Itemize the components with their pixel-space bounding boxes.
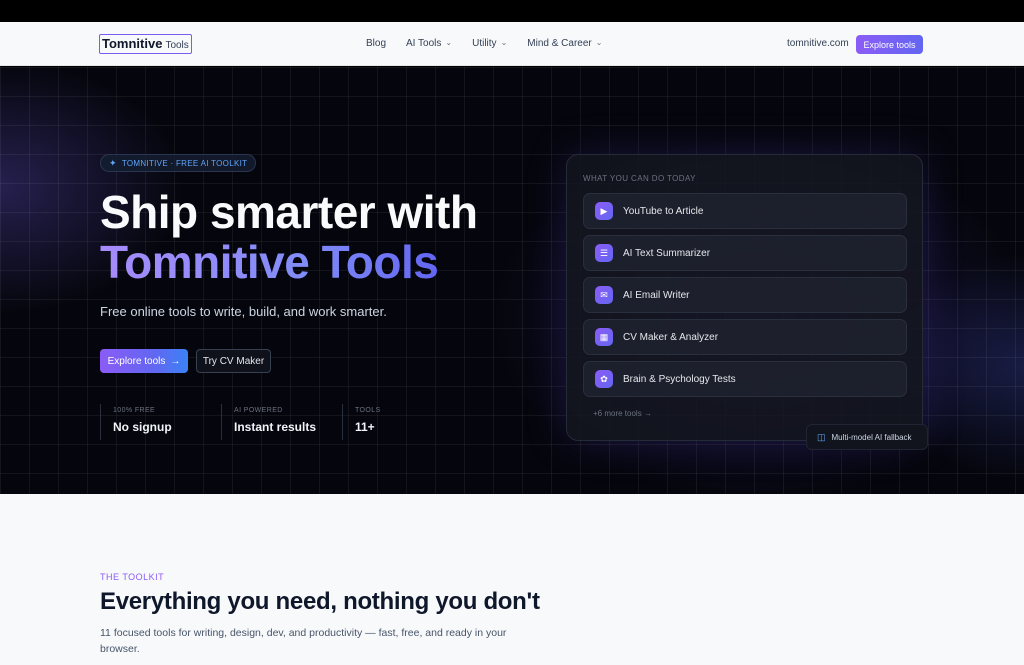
stat-label: AI POWERED	[234, 407, 283, 414]
tool-item-brain-psychology[interactable]: ✿ Brain & Psychology Tests	[583, 361, 907, 397]
nav-link-utility[interactable]: Utility ⌄	[472, 38, 507, 49]
logo-sub-text: Tools	[165, 40, 189, 51]
tool-item-label: Brain & Psychology Tests	[623, 373, 736, 385]
hero-badge-text: TOMNITIVE · FREE AI TOOLKIT	[121, 158, 248, 168]
hero-section: ✦ TOMNITIVE · FREE AI TOOLKIT Ship smart…	[0, 67, 1024, 494]
chevron-down-icon: ⌄	[595, 38, 603, 47]
stat-ai-powered: AI POWERED Instant results	[221, 404, 342, 440]
tool-item-label: YouTube to Article	[623, 205, 704, 217]
nav-explore-tools-button[interactable]: Explore tools	[856, 35, 923, 54]
explore-tools-label: Explore tools	[107, 355, 166, 367]
logo[interactable]: Tomnitive Tools	[99, 34, 192, 54]
hero-stats: 100% FREE No signup AI POWERED Instant r…	[100, 404, 463, 440]
logo-main-text: Tomnitive	[102, 36, 163, 51]
tool-item-ai-text-summarizer[interactable]: ☰ AI Text Summarizer	[583, 235, 907, 271]
tool-item-label: AI Email Writer	[623, 289, 690, 301]
window-top-bar	[0, 0, 1024, 22]
chevron-down-icon: ⌄	[445, 38, 453, 47]
tool-item-youtube-to-article[interactable]: ▶ YouTube to Article	[583, 193, 907, 229]
arrow-right-icon: →	[170, 355, 181, 367]
toolkit-section: THE TOOLKIT Everything you need, nothing…	[0, 494, 1024, 665]
hero-title-line2: Tomnitive Tools	[100, 236, 439, 288]
hero-title-line1: Ship smarter with	[100, 186, 478, 238]
stat-tools: TOOLS 11+	[342, 404, 463, 440]
nav-link-label: AI Tools	[406, 38, 442, 49]
try-cv-maker-button[interactable]: Try CV Maker	[196, 349, 271, 373]
nav-link-label: Utility	[472, 38, 497, 49]
tool-item-ai-email-writer[interactable]: ✉ AI Email Writer	[583, 277, 907, 313]
nav-links: Blog AI Tools ⌄ Utility ⌄ Mind & Career …	[366, 38, 622, 49]
hero-badge: ✦ TOMNITIVE · FREE AI TOOLKIT	[100, 154, 257, 172]
stat-value: No signup	[113, 420, 172, 434]
document-icon: ☰	[595, 244, 613, 262]
file-icon: ▦	[595, 328, 613, 346]
toolkit-description: 11 focused tools for writing, design, de…	[100, 627, 507, 655]
video-icon: ▶	[595, 202, 613, 220]
fallback-chip: ◫ Multi-model AI fallback	[806, 424, 928, 450]
toolkit-eyebrow: THE TOOLKIT	[100, 572, 165, 582]
nav-link-ai-tools[interactable]: AI Tools ⌄	[406, 38, 452, 49]
nav-link-blog[interactable]: Blog	[366, 38, 386, 49]
stat-free: 100% FREE No signup	[100, 404, 221, 440]
nav-link-mind-career[interactable]: Mind & Career ⌄	[527, 38, 602, 49]
more-tools-link[interactable]: +6 more tools →	[593, 409, 652, 418]
stat-label: TOOLS	[355, 407, 381, 414]
tool-item-label: CV Maker & Analyzer	[623, 331, 719, 343]
stat-value: Instant results	[234, 420, 317, 434]
top-nav: Tomnitive Tools Blog AI Tools ⌄ Utility …	[0, 22, 1024, 66]
hero-subtitle: Free online tools to write, build, and w…	[100, 304, 387, 319]
tool-item-cv-maker[interactable]: ▦ CV Maker & Analyzer	[583, 319, 907, 355]
fallback-text: Multi-model AI fallback	[831, 432, 912, 442]
chevron-down-icon: ⌄	[500, 38, 508, 47]
tools-panel: WHAT YOU CAN DO TODAY ▶ YouTube to Artic…	[566, 154, 923, 441]
tool-item-label: AI Text Summarizer	[623, 247, 711, 259]
nav-link-label: Blog	[366, 38, 387, 49]
nav-domain-link[interactable]: tomnitive.com	[787, 38, 849, 49]
explore-tools-button[interactable]: Explore tools →	[100, 349, 188, 373]
stat-value: 11+	[355, 420, 375, 434]
sparkle-icon: ✦	[109, 157, 117, 168]
brain-icon: ✿	[595, 370, 613, 388]
mail-icon: ✉	[595, 286, 613, 304]
panel-title: WHAT YOU CAN DO TODAY	[583, 174, 696, 183]
stat-label: 100% FREE	[113, 407, 156, 414]
toolkit-title: Everything you need, nothing you don't	[100, 588, 540, 615]
nav-link-label: Mind & Career	[527, 38, 592, 49]
database-icon: ◫	[817, 431, 826, 442]
